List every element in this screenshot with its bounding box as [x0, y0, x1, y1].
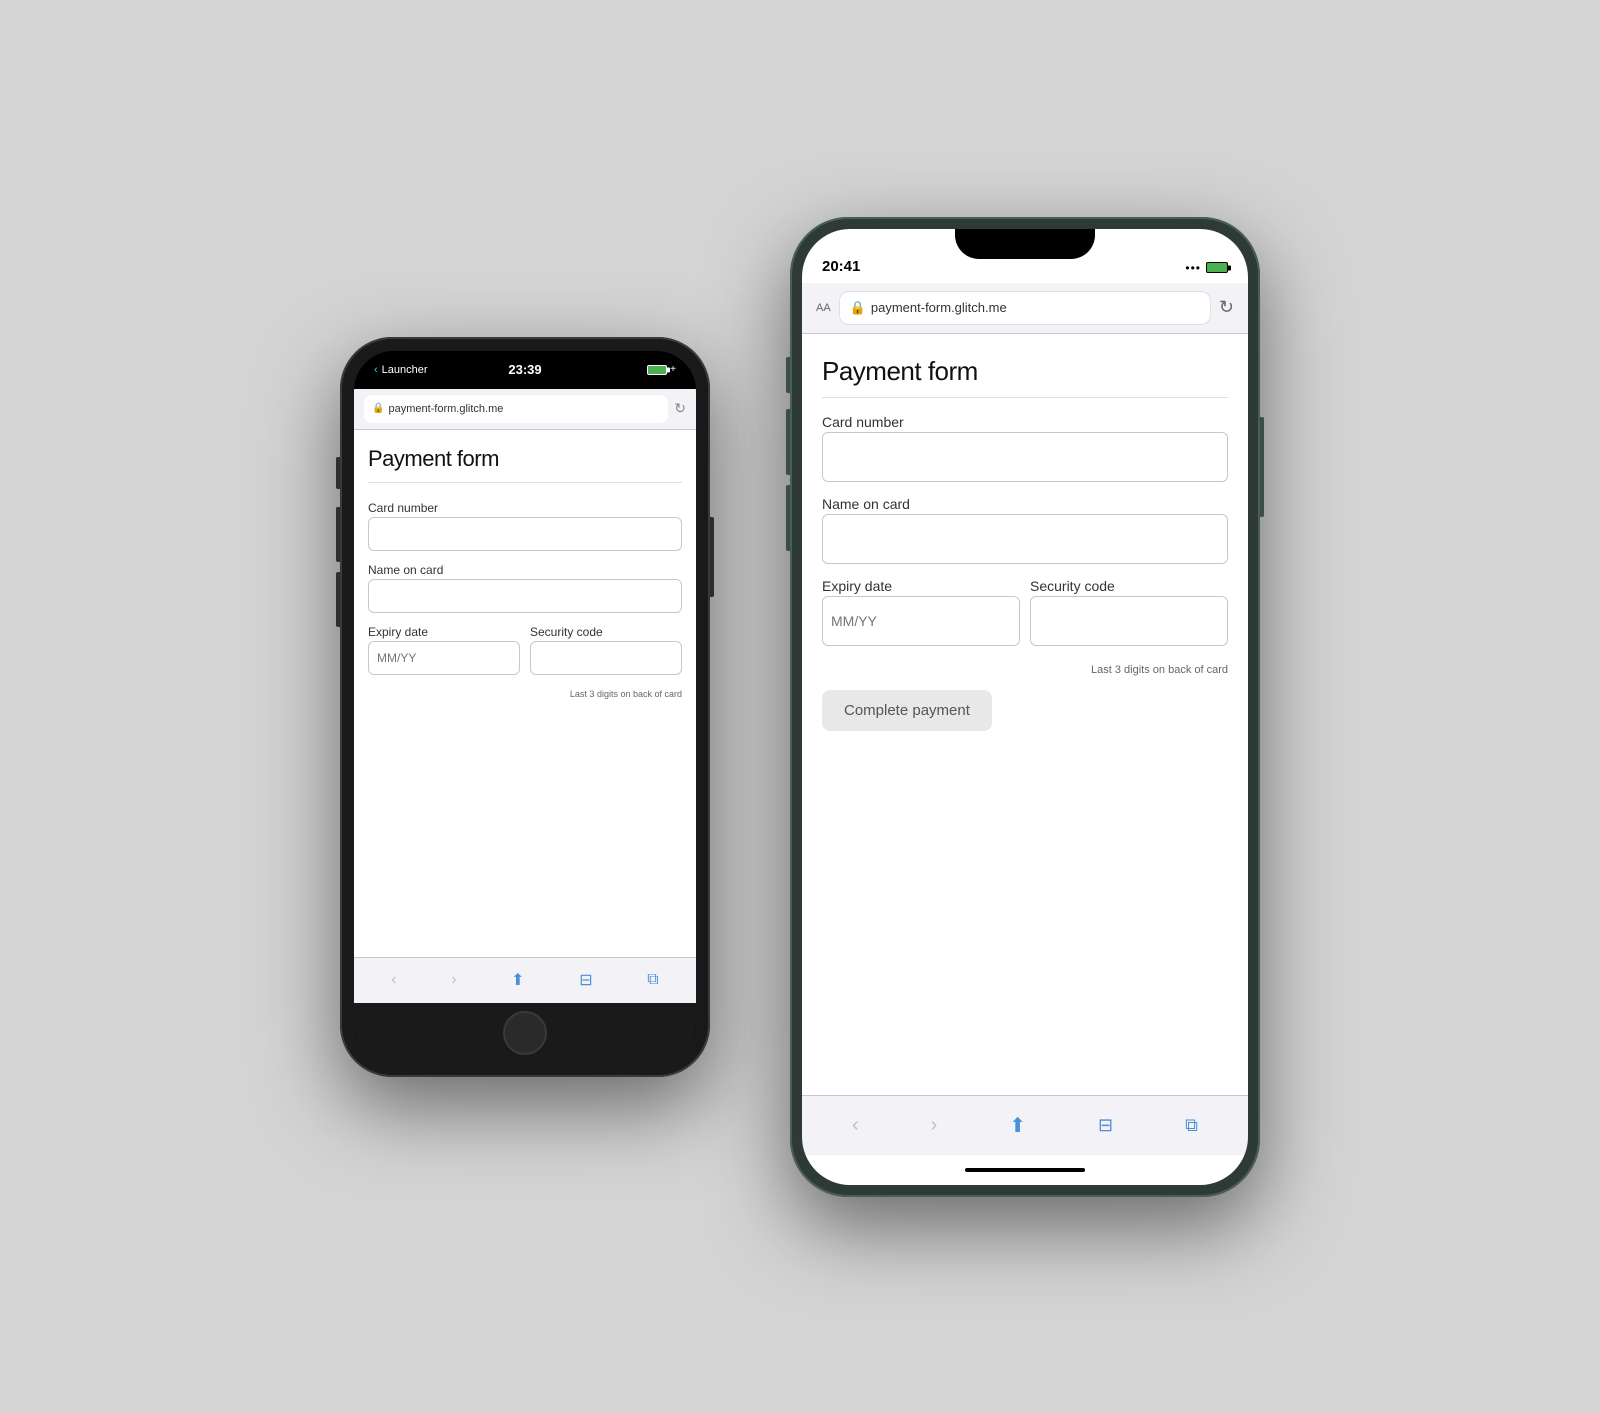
side-button-vol-down-large: [786, 485, 790, 551]
phone-small-screen: ‹ Launcher 23:39 + 🔒 payment-form.glitch…: [354, 351, 696, 1063]
security-field-large: Security code: [1030, 578, 1228, 660]
expiry-label-small: Expiry date: [368, 625, 428, 639]
tabs-icon-small[interactable]: ⧉: [647, 971, 658, 989]
notch-cutout: [955, 229, 1095, 259]
tabs-icon-large[interactable]: ⧉: [1185, 1115, 1198, 1136]
url-text-large: payment-form.glitch.me: [871, 300, 1007, 315]
card-number-input-small[interactable]: [368, 517, 682, 551]
side-button-vol-up-large: [786, 409, 790, 475]
security-label-large: Security code: [1030, 578, 1115, 594]
hint-text-large: Last 3 digits on back of card: [822, 664, 1228, 676]
url-bar-small[interactable]: 🔒 payment-form.glitch.me: [364, 395, 668, 423]
card-number-input-large[interactable]: [822, 432, 1228, 482]
back-nav-icon-small[interactable]: ‹: [391, 971, 396, 989]
battery-icon-large: [1206, 262, 1228, 273]
form-title-small: Payment form: [368, 446, 682, 472]
home-indicator: [965, 1168, 1085, 1172]
status-bar-large: 20:41 •••: [802, 229, 1248, 283]
browser-bottom-large: ‹ › ⬆ ⊟ ⧉: [802, 1095, 1248, 1155]
card-number-label-large: Card number: [822, 414, 904, 430]
bookmarks-icon-small[interactable]: ⊟: [579, 970, 592, 990]
url-bar-large[interactable]: 🔒 payment-form.glitch.me: [839, 291, 1211, 325]
bottom-fields-row-large: Expiry date Security code: [822, 578, 1228, 660]
page-content-large: Payment form Card number Name on card Ex…: [802, 334, 1248, 1095]
share-icon-large[interactable]: ⬆: [1009, 1113, 1026, 1138]
security-input-small[interactable]: [530, 641, 682, 675]
name-label-small: Name on card: [368, 563, 443, 577]
reload-button-small[interactable]: ↻: [674, 400, 686, 417]
name-label-large: Name on card: [822, 496, 910, 512]
security-label-small: Security code: [530, 625, 603, 639]
security-input-large[interactable]: [1030, 596, 1228, 646]
page-content-small: Payment form Card number Name on card Ex…: [354, 430, 696, 957]
side-button-power: [710, 517, 714, 597]
hint-text-small: Last 3 digits on back of card: [368, 689, 682, 699]
home-button[interactable]: [503, 1011, 547, 1055]
home-button-area: [354, 1003, 696, 1063]
side-button-power-large: [1260, 417, 1264, 517]
expiry-field-large: Expiry date: [822, 578, 1020, 660]
lock-icon-small: 🔒: [372, 403, 384, 414]
phone-large: 20:41 ••• AA 🔒 payment-form.glitch.me ↻ …: [790, 217, 1260, 1197]
status-time-large: 20:41: [822, 258, 860, 275]
expiry-input-small[interactable]: [368, 641, 520, 675]
back-arrow-icon: ‹: [374, 364, 378, 376]
status-bar-small: ‹ Launcher 23:39 +: [354, 351, 696, 389]
browser-chrome-small: 🔒 payment-form.glitch.me ↻: [354, 389, 696, 430]
expiry-field-small: Expiry date: [368, 623, 520, 685]
form-divider-small: [368, 482, 682, 483]
name-input-small[interactable]: [368, 579, 682, 613]
battery-icon-small: [647, 365, 667, 375]
expiry-input-large[interactable]: [822, 596, 1020, 646]
back-nav-icon-large[interactable]: ‹: [852, 1114, 859, 1137]
bottom-fields-row-small: Expiry date Security code: [368, 623, 682, 685]
status-right-small: +: [647, 364, 676, 375]
phone-large-screen: 20:41 ••• AA 🔒 payment-form.glitch.me ↻ …: [802, 229, 1248, 1185]
reload-button-large[interactable]: ↻: [1219, 297, 1234, 318]
bookmarks-icon-large[interactable]: ⊟: [1098, 1115, 1113, 1136]
card-number-label-small: Card number: [368, 501, 438, 515]
status-time-small: 23:39: [508, 362, 541, 377]
expiry-label-large: Expiry date: [822, 578, 892, 594]
status-left-small: ‹ Launcher: [374, 364, 428, 376]
form-divider-large: [822, 397, 1228, 398]
side-button-mute-large: [786, 357, 790, 393]
launcher-label: Launcher: [382, 364, 428, 376]
side-button-vol-down: [336, 572, 340, 627]
lock-icon-large: 🔒: [850, 300, 866, 316]
browser-bottom-small: ‹ › ⬆ ⊟ ⧉: [354, 957, 696, 1003]
charge-icon: +: [670, 364, 676, 375]
home-indicator-area: [802, 1155, 1248, 1185]
phone-small: ‹ Launcher 23:39 + 🔒 payment-form.glitch…: [340, 337, 710, 1077]
browser-chrome-large: AA 🔒 payment-form.glitch.me ↻: [802, 283, 1248, 334]
side-button-vol-up: [336, 507, 340, 562]
side-button-mute: [336, 457, 340, 489]
aa-button-large[interactable]: AA: [816, 302, 831, 314]
signal-dots-icon: •••: [1185, 261, 1201, 275]
form-title-large: Payment form: [822, 356, 1228, 387]
forward-nav-icon-large[interactable]: ›: [931, 1114, 938, 1137]
status-icons-right-large: •••: [1185, 261, 1228, 275]
complete-payment-button[interactable]: Complete payment: [822, 690, 992, 731]
url-text-small: payment-form.glitch.me: [388, 403, 503, 415]
security-field-small: Security code: [530, 623, 682, 685]
share-icon-small[interactable]: ⬆: [511, 970, 524, 990]
name-input-large[interactable]: [822, 514, 1228, 564]
forward-nav-icon-small[interactable]: ›: [451, 971, 456, 989]
